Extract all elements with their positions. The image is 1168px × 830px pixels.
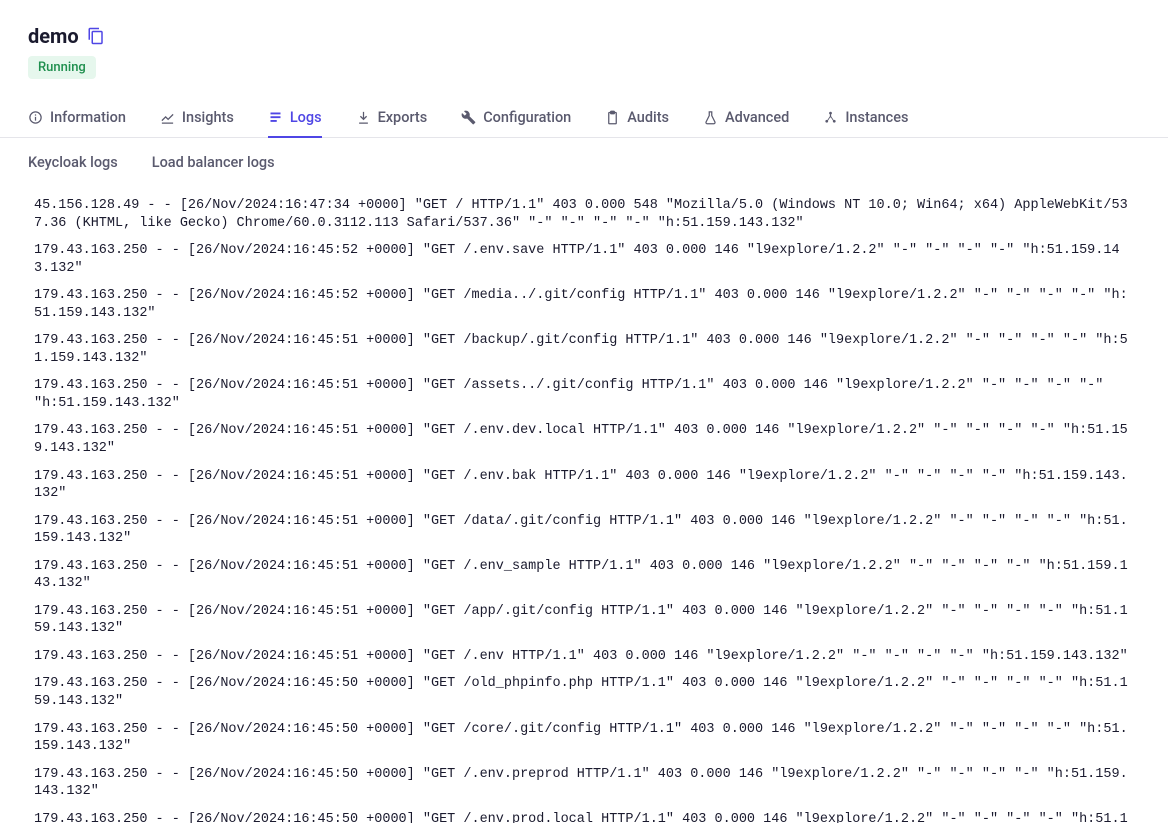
status-badge: Running — [28, 56, 96, 79]
tab-label: Insights — [182, 109, 234, 126]
tab-exports[interactable]: Exports — [356, 99, 428, 138]
log-entry: 179.43.163.250 - - [26/Nov/2024:16:45:50… — [34, 766, 1134, 801]
log-entry: 179.43.163.250 - - [26/Nov/2024:16:45:51… — [34, 332, 1134, 367]
log-entry: 179.43.163.250 - - [26/Nov/2024:16:45:51… — [34, 603, 1134, 638]
tab-configuration[interactable]: Configuration — [461, 99, 571, 138]
log-entry: 179.43.163.250 - - [26/Nov/2024:16:45:51… — [34, 513, 1134, 548]
log-entry: 179.43.163.250 - - [26/Nov/2024:16:45:50… — [34, 811, 1134, 823]
copy-icon[interactable] — [87, 27, 105, 45]
log-entry: 179.43.163.250 - - [26/Nov/2024:16:45:51… — [34, 558, 1134, 593]
tabs-primary: Information Insights Logs Exports Configurat… — [0, 87, 1168, 138]
tab-audits[interactable]: Audits — [605, 99, 669, 138]
tab-instances[interactable]: Instances — [823, 99, 908, 138]
wrench-icon — [461, 110, 476, 125]
chart-icon — [160, 110, 175, 125]
log-entry: 179.43.163.250 - - [26/Nov/2024:16:45:51… — [34, 648, 1134, 666]
download-icon — [356, 110, 371, 125]
clipboard-icon — [605, 110, 620, 125]
nodes-icon — [823, 110, 838, 125]
tab-logs[interactable]: Logs — [268, 99, 322, 138]
tab-label: Information — [50, 109, 126, 126]
log-entry: 179.43.163.250 - - [26/Nov/2024:16:45:52… — [34, 242, 1134, 277]
page-title: demo — [28, 24, 79, 48]
log-entry: 45.156.128.49 - - [26/Nov/2024:16:47:34 … — [34, 197, 1134, 232]
log-entry: 179.43.163.250 - - [26/Nov/2024:16:45:50… — [34, 721, 1134, 756]
tab-information[interactable]: Information — [28, 99, 126, 138]
tab-label: Exports — [378, 109, 428, 126]
tab-insights[interactable]: Insights — [160, 99, 234, 138]
tab-advanced[interactable]: Advanced — [703, 99, 789, 138]
log-entry: 179.43.163.250 - - [26/Nov/2024:16:45:50… — [34, 675, 1134, 710]
tab-label: Audits — [627, 109, 669, 126]
subtabs: Keycloak logs Load balancer logs — [0, 138, 1168, 181]
info-icon — [28, 110, 43, 125]
logs-icon — [268, 110, 283, 125]
tab-label: Advanced — [725, 109, 789, 126]
subtab-keycloak[interactable]: Keycloak logs — [28, 154, 118, 171]
flask-icon — [703, 110, 718, 125]
tab-label: Configuration — [483, 109, 571, 126]
log-entry: 179.43.163.250 - - [26/Nov/2024:16:45:51… — [34, 468, 1134, 503]
log-entry: 179.43.163.250 - - [26/Nov/2024:16:45:51… — [34, 377, 1134, 412]
tab-label: Logs — [290, 109, 322, 126]
subtab-lb[interactable]: Load balancer logs — [152, 154, 275, 171]
log-entry: 179.43.163.250 - - [26/Nov/2024:16:45:51… — [34, 422, 1134, 457]
log-entry: 179.43.163.250 - - [26/Nov/2024:16:45:52… — [34, 287, 1134, 322]
tab-label: Instances — [845, 109, 908, 126]
log-panel[interactable]: 45.156.128.49 - - [26/Nov/2024:16:47:34 … — [18, 183, 1150, 823]
